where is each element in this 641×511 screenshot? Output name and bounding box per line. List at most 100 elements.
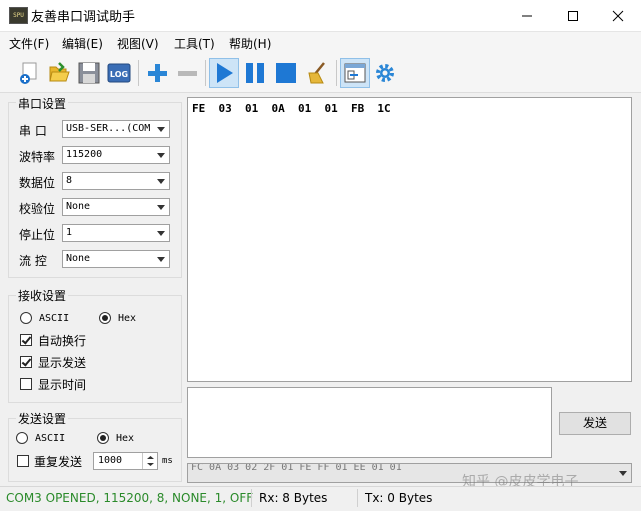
receive-settings-title: 接收设置 (16, 287, 69, 304)
send-hex-radio[interactable] (97, 432, 109, 444)
databits-label: 数据位 (19, 176, 56, 190)
remove-button[interactable] (172, 58, 202, 88)
parity-select-value: None (66, 201, 91, 212)
status-separator (357, 489, 358, 507)
open-button[interactable] (44, 58, 74, 88)
start-button[interactable] (209, 58, 239, 88)
baud-label: 波特率 (19, 150, 56, 164)
send-hex-label: Hex (116, 433, 135, 444)
remove-icon (178, 71, 197, 76)
new-icon (20, 62, 37, 84)
receive-text: FE 03 01 0A 01 01 FB 1C (192, 102, 391, 115)
chevron-down-icon (157, 205, 165, 210)
add-icon (148, 64, 167, 82)
settings-icon (376, 64, 394, 82)
receive-ascii-radio[interactable] (20, 312, 32, 324)
port-label: 串 口 (19, 124, 47, 138)
menu-view[interactable]: 视图(V) (117, 35, 159, 52)
auto-wrap-checkbox[interactable] (20, 334, 32, 346)
send-settings-group (8, 418, 182, 482)
window-icon (344, 63, 366, 83)
chevron-down-icon (157, 179, 165, 184)
repeat-send-label: 重复发送 (34, 455, 83, 469)
send-ascii-label: ASCII (35, 433, 66, 444)
toolbar-separator (205, 60, 206, 86)
pause-button[interactable] (240, 58, 270, 88)
databits-select[interactable]: 8 (62, 172, 170, 190)
menu-edit[interactable]: 编辑(E) (62, 35, 103, 52)
stopbits-select[interactable]: 1 (62, 224, 170, 242)
status-rx: Rx: 8 Bytes (259, 491, 328, 505)
send-history-value: FC 0A 03 02 2F 01 FE FF 01 EE 01 01 (191, 463, 402, 473)
interval-unit: ms (162, 456, 173, 466)
chevron-down-icon (157, 257, 165, 262)
show-time-checkbox[interactable] (20, 378, 32, 390)
baud-select[interactable]: 115200 (62, 146, 170, 164)
send-ascii-radio[interactable] (16, 432, 28, 444)
play-icon (217, 63, 233, 83)
status-port: COM3 OPENED, 115200, 8, NONE, 1, OFF (6, 491, 254, 505)
window-button[interactable] (340, 58, 370, 88)
stopbits-label: 停止位 (19, 228, 56, 242)
window-title: 友善串口调试助手 (31, 10, 136, 25)
show-time-label: 显示时间 (38, 378, 87, 392)
status-tx: Tx: 0 Bytes (365, 491, 433, 505)
chevron-down-icon (157, 127, 165, 132)
databits-select-value: 8 (66, 175, 73, 186)
send-button[interactable]: 发送 (559, 412, 631, 435)
baud-select-value: 115200 (66, 149, 103, 160)
maximize-icon (568, 10, 578, 21)
port-select-value: USB-SER...(COM (66, 123, 151, 134)
log-button[interactable]: LOG (104, 58, 134, 88)
receive-hex-label: Hex (118, 313, 137, 324)
minimize-button[interactable] (504, 0, 550, 31)
menu-file[interactable]: 文件(F) (9, 35, 49, 52)
status-separator (251, 489, 252, 507)
chevron-down-icon (619, 471, 627, 476)
auto-wrap-label: 自动换行 (38, 334, 87, 348)
settings-button[interactable] (370, 58, 400, 88)
clear-button[interactable] (302, 58, 332, 88)
send-settings-title: 发送设置 (16, 410, 69, 427)
new-button[interactable] (14, 58, 44, 88)
stopbits-select-value: 1 (66, 227, 73, 238)
log-icon-text: LOG (110, 70, 128, 79)
log-icon: LOG (107, 63, 131, 83)
parity-select[interactable]: None (62, 198, 170, 216)
menu-help[interactable]: 帮助(H) (229, 35, 271, 52)
open-icon (49, 62, 70, 82)
save-button[interactable] (74, 58, 104, 88)
chevron-down-icon (157, 231, 165, 236)
close-icon (612, 10, 624, 21)
flow-label: 流 控 (19, 254, 47, 268)
clear-icon (308, 62, 325, 84)
interval-input-value: 1000 (98, 455, 123, 466)
show-send-checkbox[interactable] (20, 356, 32, 368)
send-area[interactable] (187, 387, 552, 458)
repeat-send-checkbox[interactable] (17, 455, 29, 467)
serial-settings-title: 串口设置 (16, 95, 69, 112)
receive-hex-radio[interactable] (99, 312, 111, 324)
pause-icon (246, 63, 264, 83)
receive-settings-group (8, 295, 182, 403)
flow-select[interactable]: None (62, 250, 170, 268)
interval-spinner[interactable] (142, 453, 158, 469)
save-icon (78, 62, 100, 84)
port-select[interactable]: USB-SER...(COM (62, 120, 170, 138)
maximize-button[interactable] (550, 0, 596, 31)
toolbar-separator (336, 60, 337, 86)
receive-ascii-label: ASCII (39, 313, 70, 324)
stop-icon (276, 63, 296, 83)
toolbar-separator (138, 60, 139, 86)
receive-area[interactable] (187, 97, 632, 382)
minimize-icon (522, 15, 532, 16)
menu-tools[interactable]: 工具(T) (174, 35, 215, 52)
flow-select-value: None (66, 253, 91, 264)
stop-button[interactable] (271, 58, 301, 88)
add-button[interactable] (142, 58, 172, 88)
close-button[interactable] (595, 0, 641, 31)
app-icon: SPU (9, 7, 28, 24)
show-send-label: 显示发送 (38, 356, 87, 370)
chevron-down-icon (157, 153, 165, 158)
parity-label: 校验位 (19, 202, 56, 216)
